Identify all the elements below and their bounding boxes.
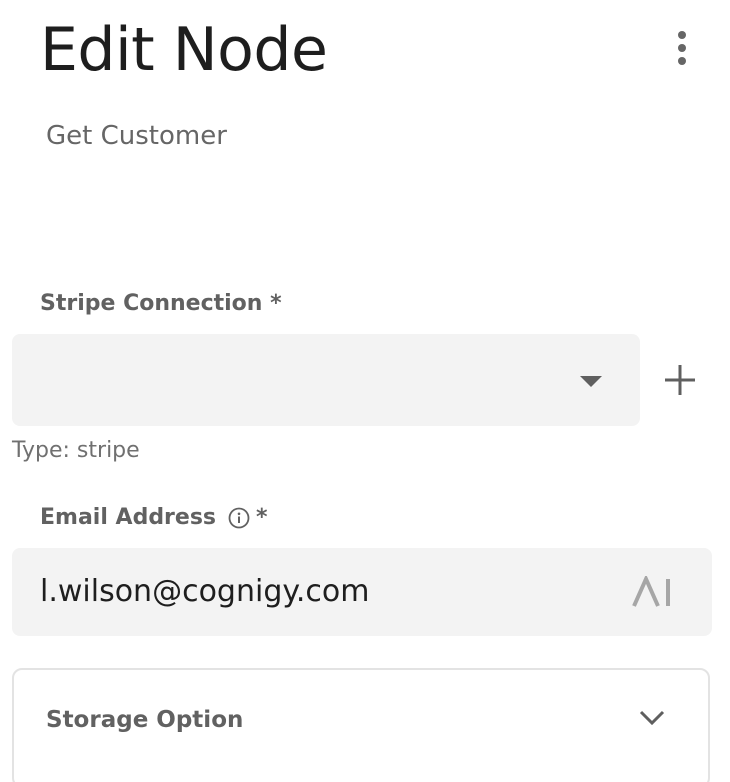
stripe-connection-label-text: Stripe Connection * <box>40 291 282 316</box>
storage-option-section[interactable]: Storage Option <box>12 668 710 782</box>
node-subtitle: Get Customer <box>46 121 227 151</box>
connection-type-helper: Type: stripe <box>12 438 140 463</box>
chevron-down-icon[interactable] <box>638 708 666 728</box>
email-address-value: l.wilson@cognigy.com <box>40 574 370 609</box>
email-address-label-text: Email Address <box>40 505 217 530</box>
ai-icon[interactable] <box>632 576 672 608</box>
stripe-connection-select[interactable] <box>12 334 640 426</box>
required-marker: * <box>256 505 268 530</box>
info-icon[interactable] <box>228 507 250 529</box>
plus-icon[interactable] <box>660 360 700 400</box>
more-vertical-icon[interactable] <box>664 26 700 70</box>
email-address-input[interactable]: l.wilson@cognigy.com <box>12 548 712 636</box>
kebab-dot <box>678 31 686 39</box>
kebab-dot <box>678 44 686 52</box>
kebab-dot <box>678 57 686 65</box>
stripe-connection-label: Stripe Connection * <box>40 289 282 319</box>
page-title: Edit Node <box>40 15 328 85</box>
storage-option-label: Storage Option <box>46 707 244 733</box>
caret-down-icon <box>580 376 602 387</box>
email-address-label: Email Address * <box>40 503 268 533</box>
edit-node-panel: Edit Node Get Customer Stripe Connection… <box>0 0 730 782</box>
